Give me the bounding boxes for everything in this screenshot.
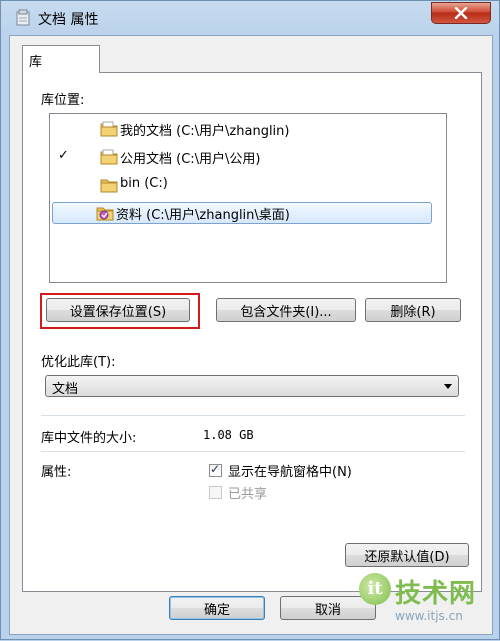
chevron-down-icon xyxy=(444,384,452,389)
properties-window: 文档 属性 库 库位置: 我的文档 (C:\用户\zhanglin) ✓ 公用文… xyxy=(0,0,500,640)
list-item[interactable]: bin (C:) xyxy=(50,174,446,196)
set-save-location-button[interactable]: 设置保存位置(S) xyxy=(46,298,190,322)
watermark-logo-icon: it xyxy=(359,573,391,605)
watermark-text: 技术网 xyxy=(395,579,477,609)
show-in-nav-label[interactable]: 显示在导航窗格中(N) xyxy=(228,461,352,480)
restore-defaults-button[interactable]: 还原默认值(D) xyxy=(345,543,469,567)
library-locations-label: 库位置: xyxy=(41,93,85,108)
dialog-client-area: 库 库位置: 我的文档 (C:\用户\zhanglin) ✓ 公用文档 (C:\… xyxy=(9,35,493,635)
optimize-select[interactable]: 文档 xyxy=(45,375,459,397)
show-in-nav-checkbox[interactable] xyxy=(209,462,222,477)
list-item-text: 资料 (C:\用户\zhanglin\桌面) xyxy=(116,208,290,223)
special-folder-icon xyxy=(96,207,114,221)
size-label: 库中文件的大小: xyxy=(41,431,137,446)
close-icon xyxy=(454,7,468,19)
ok-button[interactable]: 确定 xyxy=(169,596,265,620)
close-button[interactable] xyxy=(431,2,491,24)
optimize-selected-value: 文档 xyxy=(52,382,79,397)
list-item-selected[interactable]: 资料 (C:\用户\zhanglin\桌面) xyxy=(50,202,446,224)
size-value: 1.08 GB xyxy=(203,428,254,442)
divider xyxy=(41,451,465,452)
list-item-text: bin (C:) xyxy=(120,176,168,191)
shared-label: 已共享 xyxy=(228,487,268,502)
divider xyxy=(41,415,465,416)
library-locations-list[interactable]: 我的文档 (C:\用户\zhanglin) ✓ 公用文档 (C:\用户\公用) xyxy=(49,113,447,283)
list-item-text: 我的文档 (C:\用户\zhanglin) xyxy=(120,124,290,139)
watermark-url: www.itjs.cn xyxy=(395,609,463,623)
folder-icon xyxy=(100,149,118,165)
title-bar[interactable]: 文档 属性 xyxy=(1,1,500,35)
shared-checkbox xyxy=(209,486,222,499)
list-item[interactable]: ✓ 公用文档 (C:\用户\公用) xyxy=(50,146,446,168)
folder-icon xyxy=(100,121,118,137)
library-icon xyxy=(16,9,30,26)
tab-label: 库 xyxy=(29,55,43,70)
folder-icon xyxy=(100,179,118,193)
include-folder-button[interactable]: 包含文件夹(I)... xyxy=(216,298,356,322)
list-item-text: 公用文档 (C:\用户\公用) xyxy=(120,152,261,167)
window-title: 文档 属性 xyxy=(38,12,99,28)
tab-library[interactable]: 库 xyxy=(22,45,100,73)
list-item[interactable]: 我的文档 (C:\用户\zhanglin) xyxy=(50,118,446,140)
optimize-label: 优化此库(T): xyxy=(41,355,116,370)
remove-button[interactable]: 删除(R) xyxy=(365,298,461,322)
default-save-check: ✓ xyxy=(58,148,69,163)
site-watermark: it 技术网 www.itjs.cn xyxy=(359,571,499,641)
attributes-label: 属性: xyxy=(41,465,72,480)
tab-panel: 库位置: 我的文档 (C:\用户\zhanglin) ✓ 公用文档 (C:\用户… xyxy=(22,72,482,592)
